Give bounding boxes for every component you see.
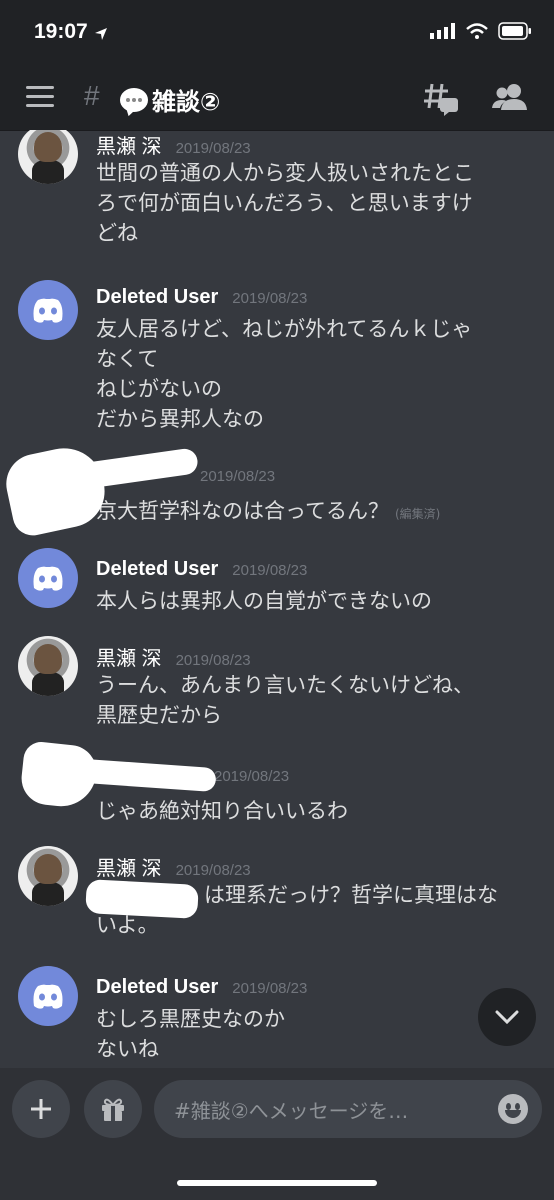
author-name[interactable]: Deleted User (96, 558, 218, 581)
author-name[interactable]: 黒瀬 深 (96, 642, 162, 671)
message-content: うーん、あんまり言いたくないけどね、 黒歴史だから (96, 673, 474, 727)
speech-bubble-icon (120, 87, 148, 112)
author-name[interactable]: Deleted User (96, 286, 218, 309)
gift-button[interactable] (84, 1080, 142, 1138)
timestamp: 2019/08/23 (175, 140, 251, 157)
timestamp: 2019/08/23 (175, 652, 251, 669)
timestamp: 2019/08/23 (232, 290, 308, 307)
timestamp: 2019/08/23 (214, 768, 290, 785)
timestamp: 2019/08/23 (175, 862, 251, 879)
avatar[interactable] (18, 636, 78, 696)
discord-logo-icon (33, 298, 63, 323)
avatar[interactable] (18, 966, 78, 1026)
members-icon[interactable] (492, 82, 528, 112)
message-content: 世間の普通の人から変人扱いされたとこ ろで何が面白いんだろう、と思いますけ どね (96, 161, 474, 245)
message-list[interactable]: 黒瀬 深 2019/08/23 世間の普通の人から変人扱いされたとこ ろで何が面白… (0, 130, 554, 1068)
timestamp: 2019/08/23 (232, 562, 308, 579)
avatar[interactable] (18, 846, 78, 906)
message-content: 友人居るけど、ねじが外れてるんｋじゃ なくて ねじがないの だから異邦人なの (96, 317, 473, 431)
timestamp: 2019/08/23 (232, 980, 308, 997)
plus-icon (31, 1099, 51, 1119)
jump-to-bottom-button[interactable] (478, 988, 536, 1046)
chevron-down-icon (495, 1010, 519, 1024)
channel-title: 雑談② (120, 82, 220, 117)
message-composer: #雑談②へメッセージを… (0, 1068, 554, 1200)
message-input-placeholder: #雑談②へメッセージを… (174, 1098, 409, 1123)
channel-hash-icon: # (84, 80, 100, 111)
redaction-scribble (85, 879, 199, 919)
emoji-icon[interactable] (498, 1094, 528, 1124)
message-content: じゃあ絶対知り合いいるわ (96, 799, 348, 823)
redaction-scribble (68, 447, 200, 491)
discord-logo-icon (33, 566, 63, 591)
message-input[interactable]: #雑談②へメッセージを… (154, 1080, 542, 1138)
message-content: 本人らは異邦人の自覚ができないの (96, 589, 432, 613)
signal-icon (430, 23, 455, 39)
status-bar: 19:07 (0, 0, 554, 68)
avatar[interactable] (18, 130, 78, 184)
timestamp: 2019/08/23 (200, 468, 276, 485)
author-name[interactable]: 黒瀬 深 (96, 130, 162, 159)
edited-label: (編集済) (394, 507, 441, 521)
discord-logo-icon (33, 984, 63, 1009)
add-attachment-button[interactable] (12, 1080, 70, 1138)
avatar[interactable] (18, 548, 78, 608)
threads-icon[interactable] (424, 82, 460, 116)
avatar[interactable] (18, 280, 78, 340)
channel-header: # 雑談② (0, 68, 554, 131)
home-indicator (177, 1180, 377, 1186)
status-time: 19:07 (34, 20, 88, 43)
battery-icon (498, 22, 531, 40)
author-name[interactable]: 黒瀬 深 (96, 852, 162, 881)
author-name[interactable]: Deleted User (96, 976, 218, 999)
channel-name: 雑談② (152, 88, 221, 116)
menu-icon[interactable] (26, 86, 54, 113)
gift-icon (102, 1098, 124, 1121)
message-content: むしろ黒歴史なのか ないね (96, 1007, 285, 1061)
message-content: 京大哲学科なのは合ってるん？ (編集済) (96, 499, 441, 523)
redaction-scribble (0, 440, 112, 540)
wifi-icon (466, 23, 488, 39)
location-arrow-icon (95, 28, 107, 40)
